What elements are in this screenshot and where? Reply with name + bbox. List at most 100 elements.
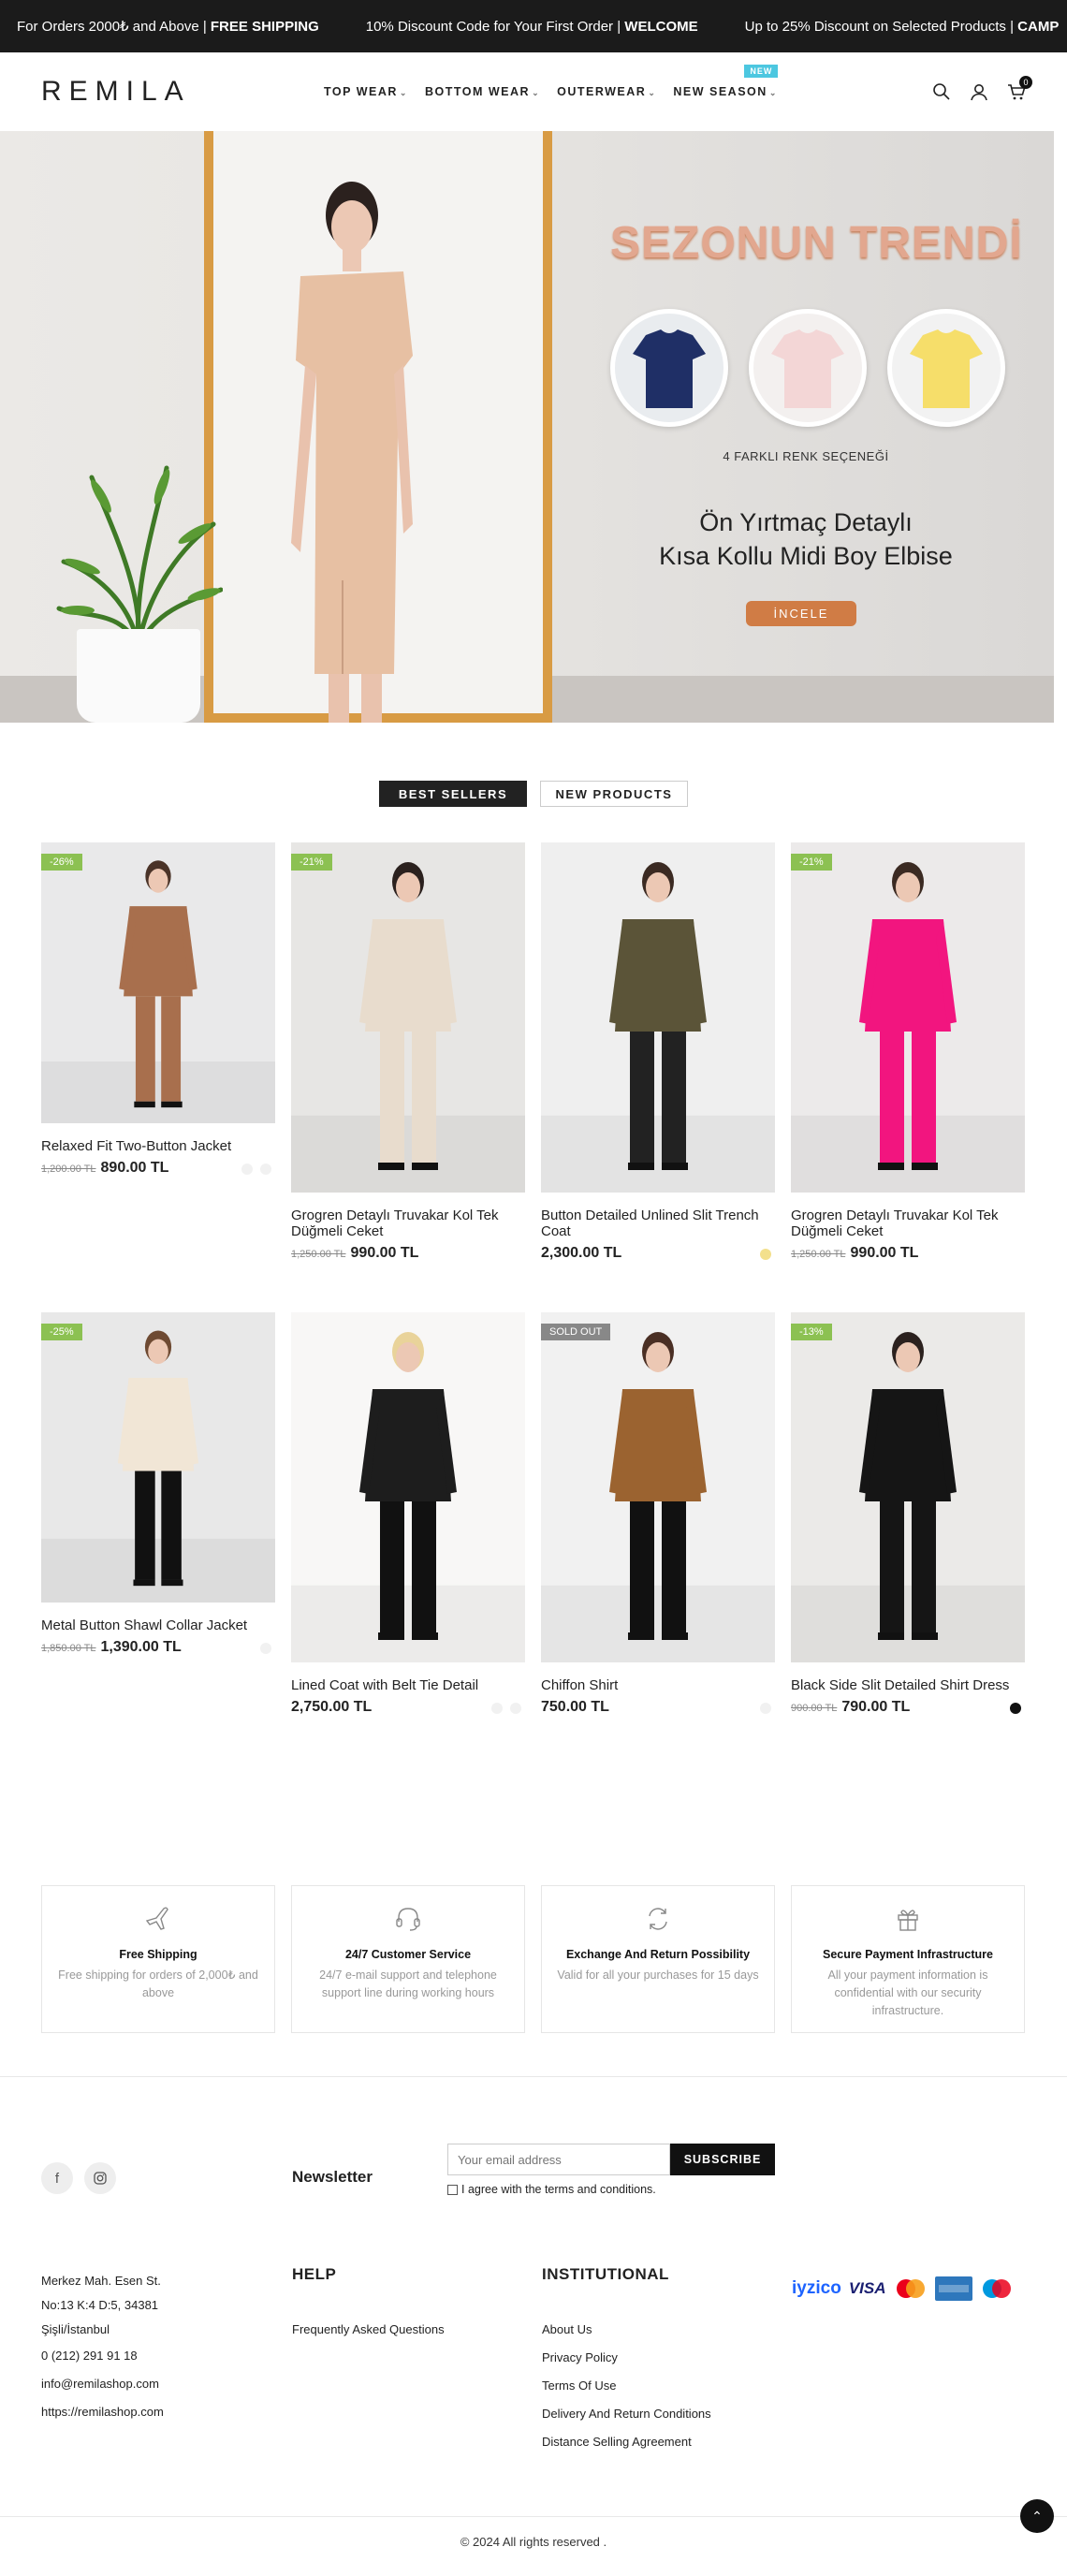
current-price: 990.00 TL <box>350 1245 419 1261</box>
color-option-dot[interactable] <box>241 1164 253 1175</box>
feature-card: Exchange And Return Possibility Valid fo… <box>541 1885 775 2033</box>
discount-badge: -21% <box>291 854 332 871</box>
product-name[interactable]: Grogren Detaylı Truvakar Kol Tek Düğmeli… <box>291 1208 525 1239</box>
footer-link-distance-selling[interactable]: Distance Selling Agreement <box>542 2428 711 2456</box>
current-price: 990.00 TL <box>850 1245 919 1261</box>
product-name[interactable]: Metal Button Shawl Collar Jacket <box>41 1617 275 1633</box>
payment-logos: iyzico VISA <box>792 2276 1014 2301</box>
footer-link-privacy[interactable]: Privacy Policy <box>542 2344 711 2372</box>
scroll-to-top-button[interactable]: ⌃ <box>1020 2499 1054 2533</box>
product-name[interactable]: Black Side Slit Detailed Shirt Dress <box>791 1677 1025 1693</box>
product-price: 900.00 TL 790.00 TL <box>791 1699 1025 1716</box>
product-name[interactable]: Relaxed Fit Two-Button Jacket <box>41 1138 275 1154</box>
product-name[interactable]: Grogren Detaylı Truvakar Kol Tek Düğmeli… <box>791 1208 1025 1239</box>
nav-new-season[interactable]: NEW SEASON ⌄ NEW <box>673 65 779 98</box>
visa-logo: VISA <box>848 2279 886 2297</box>
color-options <box>760 1703 771 1714</box>
agree-checkbox[interactable] <box>447 2184 458 2195</box>
logo[interactable]: REMILA <box>41 76 322 108</box>
product-card[interactable]: Button Detailed Unlined Slit Trench Coat… <box>541 842 775 1262</box>
subscribe-button[interactable]: SUBSCRIBE <box>670 2144 775 2175</box>
announcement-welcome-code: 10% Discount Code for Your First Order |… <box>365 18 698 35</box>
color-option-dot[interactable] <box>260 1164 271 1175</box>
feature-title: Secure Payment Infrastructure <box>822 1948 993 1961</box>
product-card[interactable]: -21% Grogren Detaylı Truvakar Kol Tek Dü… <box>291 842 525 1262</box>
product-card[interactable]: SOLD OUT Chiffon Shirt 750.00 TL <box>541 1312 775 1716</box>
footer-link-faq[interactable]: Frequently Asked Questions <box>292 2316 445 2344</box>
hero-cta-button[interactable]: İNCELE <box>746 601 856 626</box>
address-line: Şişli/İstanbul <box>41 2322 110 2336</box>
product-image[interactable]: -21% <box>791 842 1025 1193</box>
product-card[interactable]: Lined Coat with Belt Tie Detail 2,750.00… <box>291 1312 525 1716</box>
cart-icon[interactable]: 0 <box>1007 76 1032 101</box>
footer-link-delivery[interactable]: Delivery And Return Conditions <box>542 2400 711 2428</box>
address-line: Merkez Mah. Esen St. <box>41 2274 161 2288</box>
product-price: 1,250.00 TL 990.00 TL <box>291 1245 525 1262</box>
mastercard-logo <box>896 2279 925 2298</box>
color-option-dot[interactable] <box>1010 1703 1021 1714</box>
instagram-icon[interactable] <box>84 2162 116 2194</box>
color-option-dot[interactable] <box>491 1703 503 1714</box>
product-image[interactable]: SOLD OUT <box>541 1312 775 1662</box>
hero-subtitle-line1: Ön Yırtmaç Detaylı <box>699 508 913 536</box>
product-card[interactable]: -21% Grogren Detaylı Truvakar Kol Tek Dü… <box>791 842 1025 1262</box>
nav-top-wear[interactable]: TOP WEAR ⌄ <box>324 85 408 98</box>
features-row: Free Shipping Free shipping for orders o… <box>41 1885 1025 2033</box>
phone-number[interactable]: 0 (212) 291 91 18 <box>41 2344 164 2368</box>
newsletter-agree[interactable]: I agree with the terms and conditions. <box>447 2183 656 2196</box>
sold-out-badge: SOLD OUT <box>541 1324 611 1340</box>
tab-new-products[interactable]: NEW PRODUCTS <box>540 781 688 807</box>
product-image[interactable]: -13% <box>791 1312 1025 1662</box>
footer-link-terms[interactable]: Terms Of Use <box>542 2372 711 2400</box>
nav-outerwear[interactable]: OUTERWEAR ⌄ <box>557 85 656 98</box>
old-price: 1,250.00 TL <box>791 1249 846 1260</box>
product-image[interactable] <box>541 842 775 1193</box>
product-image[interactable] <box>291 1312 525 1662</box>
footer-address: Merkez Mah. Esen St. No:13 K:4 D:5, 3438… <box>41 2269 164 2424</box>
product-image[interactable]: -25% <box>41 1312 275 1603</box>
footer-link-about[interactable]: About Us <box>542 2316 711 2344</box>
current-price: 790.00 TL <box>841 1699 911 1715</box>
color-option-dot[interactable] <box>760 1249 771 1260</box>
email-link[interactable]: info@remilashop.com <box>41 2372 164 2396</box>
product-card[interactable]: -25% Metal Button Shawl Collar Jacket 1,… <box>41 1312 275 1716</box>
old-price: 1,200.00 TL <box>41 1164 96 1175</box>
newsletter-title: Newsletter <box>292 2168 373 2186</box>
product-name[interactable]: Chiffon Shirt <box>541 1677 775 1693</box>
color-option-dot[interactable] <box>260 1643 271 1654</box>
product-photo <box>791 842 1025 1193</box>
color-options <box>491 1703 521 1714</box>
product-photo <box>291 842 525 1193</box>
nav-bottom-wear[interactable]: BOTTOM WEAR ⌄ <box>425 85 540 98</box>
color-swatch[interactable] <box>887 309 1005 427</box>
product-image[interactable]: -21% <box>291 842 525 1193</box>
hero-banner[interactable]: SEZONUN TRENDİ 4 FARKLI RENK SEÇENEĞİ Ön… <box>0 131 1054 723</box>
product-name[interactable]: Lined Coat with Belt Tie Detail <box>291 1677 525 1693</box>
product-name[interactable]: Button Detailed Unlined Slit Trench Coat <box>541 1208 775 1239</box>
tshirt-pink <box>771 329 844 408</box>
color-option-dot[interactable] <box>510 1703 521 1714</box>
website-link[interactable]: https://remilashop.com <box>41 2400 164 2424</box>
facebook-icon[interactable]: f <box>41 2162 73 2194</box>
feature-card: Secure Payment Infrastructure All your p… <box>791 1885 1025 2033</box>
product-image[interactable]: -26% <box>41 842 275 1123</box>
product-card[interactable]: -13% Black Side Slit Detailed Shirt Dres… <box>791 1312 1025 1716</box>
product-card[interactable]: -26% Relaxed Fit Two-Button Jacket 1,200… <box>41 842 275 1262</box>
color-swatch[interactable] <box>749 309 867 427</box>
announcement-free-shipping: For Orders 2000₺ and Above | FREE SHIPPI… <box>17 19 319 35</box>
announcement-bar: For Orders 2000₺ and Above | FREE SHIPPI… <box>0 0 1067 52</box>
product-price: 2,300.00 TL <box>541 1245 775 1262</box>
user-icon[interactable] <box>970 82 988 101</box>
product-tabs: BEST SELLERS NEW PRODUCTS <box>0 781 1067 807</box>
color-swatch[interactable] <box>610 309 728 427</box>
feature-title: 24/7 Customer Service <box>344 1948 472 1961</box>
iyzico-logo: iyzico <box>792 2278 841 2298</box>
color-option-dot[interactable] <box>760 1703 771 1714</box>
color-options <box>260 1643 271 1654</box>
newsletter-email-input[interactable] <box>447 2144 670 2175</box>
feature-card: Free Shipping Free shipping for orders o… <box>41 1885 275 2033</box>
color-swatches <box>610 309 1005 427</box>
discount-badge: -21% <box>791 854 832 871</box>
tab-best-sellers[interactable]: BEST SELLERS <box>379 781 527 807</box>
search-icon[interactable] <box>932 82 951 101</box>
